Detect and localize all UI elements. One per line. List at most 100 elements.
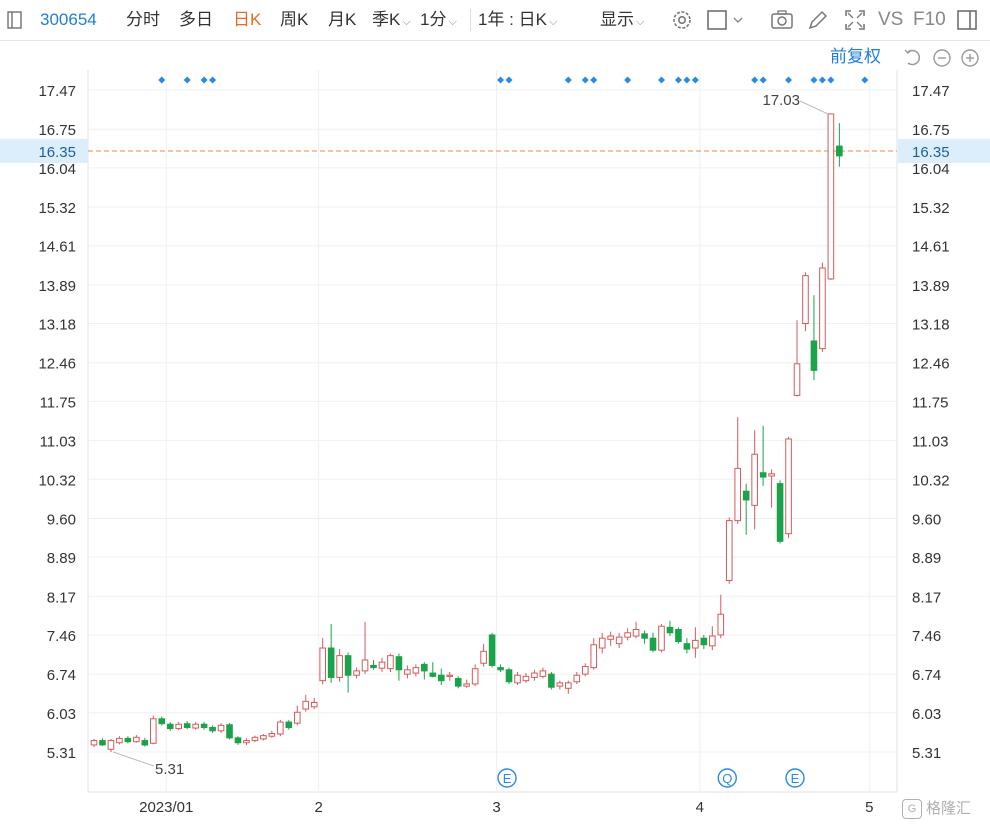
- event-dot-marker: [751, 76, 759, 84]
- event-dot-marker: [581, 76, 589, 84]
- candle-body-up: [175, 723, 182, 730]
- candle-body-down: [776, 483, 784, 542]
- candle-body-up: [531, 672, 538, 678]
- candle-body-up: [615, 636, 623, 645]
- candle-body-up: [480, 650, 487, 664]
- candle-body-down: [141, 740, 149, 746]
- y-tick-label-right: 7.46: [912, 628, 941, 645]
- candle-body-down: [675, 629, 682, 642]
- candle-body-down: [234, 737, 242, 744]
- y-tick-label-right: 12.46: [912, 356, 950, 373]
- y-tick-label-left: 14.61: [38, 239, 76, 256]
- candle-body-up: [471, 668, 479, 685]
- candle-body-up: [387, 655, 394, 670]
- candle-body-up: [624, 632, 631, 638]
- candle-body-down: [836, 145, 843, 157]
- max-annotation-leader: [799, 100, 829, 115]
- candle-body-down: [285, 721, 293, 729]
- candle-body-up: [581, 666, 589, 675]
- candle-body-up: [310, 701, 318, 708]
- watermark: G 格隆汇: [902, 796, 971, 822]
- x-tick-label: 2: [315, 799, 323, 816]
- max-annotation-label: 17.03: [762, 92, 800, 109]
- candle-body-down: [666, 626, 674, 634]
- candle-body-up: [590, 644, 598, 669]
- y-tick-label-left: 15.32: [38, 200, 76, 217]
- event-dot-marker: [624, 76, 632, 84]
- y-tick-label-right: 8.17: [912, 589, 941, 606]
- y-tick-label-left: 13.89: [38, 278, 76, 295]
- event-dot-marker: [497, 76, 505, 84]
- y-tick-label-right: 11.03: [912, 434, 948, 451]
- candlestick-chart[interactable]: 17.47 17.47 16.75 16.75 16.04 16.04 15.32 15.32…: [0, 0, 990, 828]
- candle-body-up: [565, 682, 572, 689]
- candle-body-down: [488, 634, 496, 666]
- event-dot-marker: [590, 76, 598, 84]
- candle-body-up: [793, 363, 801, 396]
- y-tick-label-left: 13.18: [38, 317, 76, 334]
- y-tick-label-right: 5.31: [912, 745, 941, 762]
- event-dot-marker: [785, 76, 793, 84]
- candle-body-down: [327, 647, 335, 678]
- event-dot-marker: [505, 76, 513, 84]
- candle-body-up: [404, 669, 411, 675]
- candle-body-up: [378, 661, 386, 669]
- candle-body-up: [90, 740, 98, 746]
- candle-body-up: [302, 700, 310, 710]
- candle-body-up: [446, 674, 454, 677]
- candle-body-down: [497, 667, 504, 671]
- candle-body-up: [827, 113, 835, 280]
- candle-body-up: [463, 683, 470, 687]
- x-tick-label: 4: [696, 799, 704, 816]
- event-dot-marker: [861, 76, 869, 84]
- y-tick-label-right: 6.74: [912, 667, 941, 684]
- candle-body-up: [107, 740, 115, 750]
- candle-body-down: [429, 672, 437, 677]
- event-dot-marker: [674, 76, 682, 84]
- y-tick-label-right: 15.32: [912, 200, 950, 217]
- candle-body-down: [454, 678, 462, 687]
- candle-body-up: [251, 736, 259, 742]
- candle-body-up: [243, 740, 250, 744]
- event-dot-marker: [564, 76, 572, 84]
- x-tick-label: 2023/01: [139, 799, 193, 816]
- candle-body-up: [116, 737, 123, 744]
- y-tick-label-left: 11.75: [40, 394, 76, 411]
- candle-body-down: [683, 643, 691, 650]
- event-dot-marker: [657, 76, 665, 84]
- y-tick-label-right: 16.75: [912, 122, 950, 139]
- candle-body-up: [319, 647, 326, 682]
- candle-body-down: [421, 663, 428, 672]
- event-dot-marker: [691, 76, 699, 84]
- candle-body-down: [370, 664, 377, 669]
- candle-body-down: [166, 723, 174, 730]
- candle-body-up: [192, 723, 199, 729]
- candle-body-up: [785, 438, 792, 535]
- event-dot-marker: [200, 76, 208, 84]
- y-tick-label-left: 9.60: [47, 511, 76, 528]
- candle-body-up: [632, 629, 640, 637]
- candle-body-up: [353, 670, 360, 676]
- candle-body-down: [344, 655, 352, 676]
- candle-body-up: [802, 275, 809, 325]
- candle-body-up: [734, 467, 742, 522]
- candle-body-up: [149, 718, 157, 744]
- candle-body-up: [539, 670, 547, 677]
- candle-body-up: [522, 675, 530, 682]
- event-dot-marker: [158, 76, 166, 84]
- candle-body-up: [751, 453, 758, 506]
- y-tick-label-right: 9.60: [912, 511, 941, 528]
- candle-body-down: [641, 633, 648, 639]
- candle-body-up: [717, 613, 725, 636]
- y-tick-label-left: 5.31: [47, 745, 76, 762]
- event-dot-marker: [759, 76, 767, 84]
- candle-body-up: [361, 659, 369, 672]
- candle-body-down: [200, 723, 208, 729]
- y-tick-label-left: 8.17: [47, 589, 76, 606]
- candle-body-up: [556, 682, 564, 687]
- y-tick-label-right: 16.04: [912, 161, 950, 178]
- candle-body-down: [395, 656, 403, 671]
- candle-body-down: [124, 737, 132, 743]
- y-tick-label-right: 11.75: [912, 394, 948, 411]
- y-tick-label-right: 6.03: [912, 706, 941, 723]
